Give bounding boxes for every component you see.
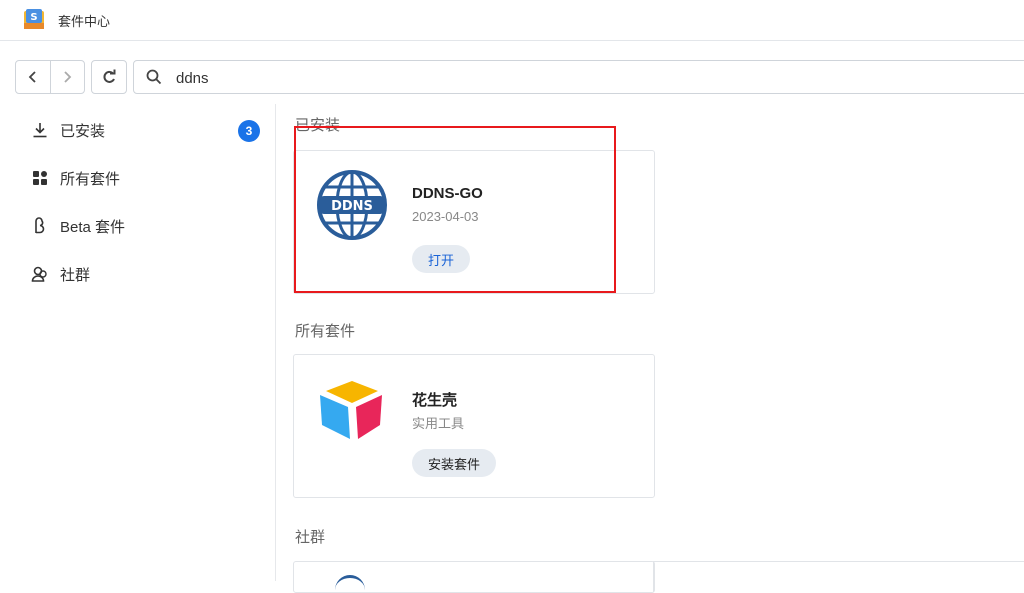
installed-count-badge: 3 — [238, 120, 260, 142]
sidebar-item-label: 已安装 — [60, 122, 106, 140]
sidebar-item-label: 社群 — [60, 266, 91, 284]
search-box[interactable] — [133, 60, 1024, 94]
chevron-left-icon — [28, 71, 36, 83]
back-button[interactable] — [16, 61, 50, 93]
community-card-partial-2[interactable] — [653, 561, 1024, 592]
sidebar-item-label: Beta 套件 — [60, 218, 126, 236]
sidebar-item-beta[interactable]: Beta 套件 — [30, 214, 260, 238]
nav-group — [15, 60, 85, 94]
sidebar-item-label: 所有套件 — [60, 170, 121, 188]
forward-button[interactable] — [49, 61, 85, 93]
sidebar: 已安装 3 所有套件 Beta 套件 社群 — [0, 104, 276, 581]
sidebar-item-community[interactable]: 社群 — [30, 262, 260, 286]
package-card-oray[interactable]: 花生壳 实用工具 安装套件 — [293, 354, 655, 498]
section-label-all: 所有套件 — [295, 323, 356, 340]
section-label-community: 社群 — [295, 529, 326, 546]
chevron-right-icon — [64, 71, 72, 83]
community-icon — [30, 264, 50, 284]
sidebar-item-installed[interactable]: 已安装 3 — [30, 118, 260, 142]
sidebar-item-all-packages[interactable]: 所有套件 — [30, 166, 260, 190]
refresh-icon — [103, 69, 116, 83]
beta-icon — [30, 216, 50, 236]
search-icon — [146, 69, 162, 85]
highlight-box — [294, 126, 616, 293]
package-category: 实用工具 — [412, 416, 465, 431]
title-bar: S 套件中心 — [0, 0, 1024, 41]
toolbar — [0, 58, 1024, 94]
window-title: 套件中心 — [58, 14, 111, 29]
cube-icon — [320, 381, 382, 439]
grid-icon — [30, 168, 50, 188]
package-name: 花生壳 — [412, 392, 458, 409]
package-center-icon: S — [24, 9, 44, 29]
install-button[interactable]: 安装套件 — [412, 449, 497, 477]
search-input[interactable] — [174, 65, 578, 91]
download-icon — [30, 120, 50, 140]
svg-text:S: S — [30, 12, 37, 23]
refresh-button[interactable] — [91, 60, 127, 94]
